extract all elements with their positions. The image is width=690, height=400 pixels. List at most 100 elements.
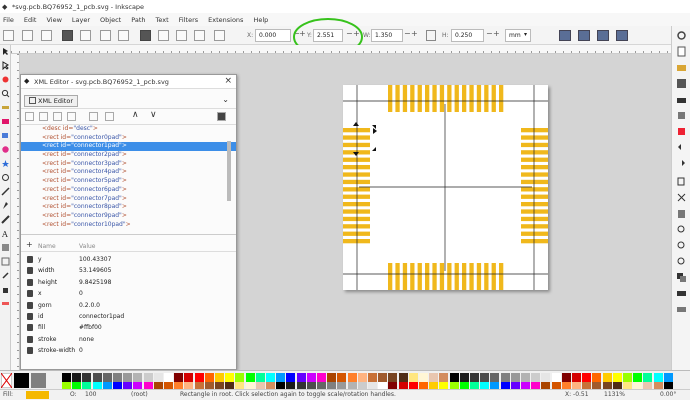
trash-icon[interactable] [27,335,33,343]
attribute-row[interactable]: width 53.149605 [21,266,236,276]
bottom-pad[interactable] [476,263,482,290]
raise-to-top-icon[interactable] [140,30,151,41]
right-pad[interactable] [521,128,548,133]
palette-swatch[interactable] [204,373,214,382]
palette-swatch[interactable] [419,373,428,382]
lower-node-icon[interactable]: ∨ [150,110,157,120]
menu-extensions[interactable]: Extensions [208,16,243,24]
xml-node[interactable]: <rect id="connector3pad"> [21,160,236,169]
attribute-value[interactable]: 100.43307 [79,256,111,263]
palette-swatch[interactable] [663,373,673,382]
top-pad[interactable] [499,85,504,112]
left-pad[interactable] [343,194,370,199]
layer-select[interactable]: (root) [131,391,148,398]
palette-swatch[interactable] [510,373,520,382]
xml-node[interactable]: <rect id="connector6pad"> [21,186,236,195]
right-pad[interactable] [521,150,548,155]
xml-editor-titlebar[interactable]: ◆ XML Editor - svg.pcb.BQ76952_1_pcb.svg… [21,75,236,89]
move-gradients-icon[interactable] [597,30,609,41]
left-pad[interactable] [343,239,370,244]
palette-swatch[interactable] [215,373,224,382]
zoom-tool-icon[interactable] [1,89,10,98]
opacity-field[interactable]: 100 [85,391,96,398]
palette-swatch[interactable] [255,373,265,382]
gradient-tool-icon[interactable] [1,243,10,252]
right-pad[interactable] [521,172,548,177]
export-icon[interactable] [676,126,687,137]
palette-swatch[interactable] [306,373,316,382]
redo-icon[interactable] [676,158,687,169]
clone-icon[interactable] [676,288,687,299]
attribute-value[interactable]: none [79,336,94,343]
palette-swatch[interactable] [225,373,235,382]
selector-tool-icon[interactable] [1,47,10,56]
deselect-icon[interactable] [41,30,52,41]
zoom-field[interactable]: 1131% [604,391,625,398]
unindent-node-icon[interactable] [89,112,98,121]
menu-layer[interactable]: Layer [72,16,90,24]
trash-icon[interactable] [27,301,33,309]
palette-swatch[interactable] [378,373,388,382]
palette-swatch[interactable] [184,373,194,382]
xml-node[interactable]: <rect id="connector9pad"> [21,212,236,221]
attribute-value[interactable]: 53.149605 [79,267,111,274]
menu-object[interactable]: Object [100,16,121,24]
palette-swatch[interactable] [194,373,204,382]
palette-swatch[interactable] [612,373,622,382]
right-pad[interactable] [521,142,548,148]
right-pad[interactable] [521,165,548,170]
group-icon[interactable] [214,30,225,41]
pencil-tool-icon[interactable] [1,187,10,196]
right-pad[interactable] [521,179,548,185]
h-decrement-button[interactable]: − [486,29,493,38]
left-pad[interactable] [343,172,370,177]
rectangle-tool-icon[interactable] [1,117,10,126]
new-text-node-icon[interactable] [39,112,48,121]
top-pad[interactable] [447,85,452,112]
xml-node[interactable]: <rect id="connector5pad"> [21,177,236,186]
palette-swatch[interactable] [14,373,29,388]
tab-xml-editor[interactable]: XML Editor [24,95,78,107]
right-pad[interactable] [521,194,548,199]
attribute-value[interactable]: 0.2.0.0 [79,302,100,309]
h-field[interactable]: 0.250 [451,29,484,42]
duplicate-icon[interactable] [676,272,687,283]
bottom-pad[interactable] [425,263,430,290]
xml-node-tree[interactable]: <desc id="desc"> <rect id="connector0pad"… [21,125,236,235]
lower-to-bottom-icon[interactable] [194,30,205,41]
left-pad[interactable] [343,202,370,207]
xml-node[interactable]: <rect id="connector10pad"> [21,221,236,230]
left-pad[interactable] [343,165,370,170]
left-pad[interactable] [343,224,370,229]
right-pad[interactable] [521,187,548,192]
menu-file[interactable]: File [3,16,14,24]
fill-indicator[interactable] [26,391,49,399]
palette-swatch[interactable] [470,373,479,382]
lock-ratio-icon[interactable] [426,30,436,41]
palette-swatch[interactable] [592,373,602,382]
palette-swatch[interactable] [439,373,449,382]
scale-stroke-icon[interactable] [559,30,571,41]
duplicate-node-icon[interactable] [53,112,62,121]
document-page[interactable] [336,85,548,290]
bottom-pad[interactable] [447,263,452,290]
palette-swatch[interactable] [643,373,653,382]
palette-swatch[interactable] [174,373,184,382]
left-pad[interactable] [343,216,370,222]
attribute-row[interactable]: x0 [21,289,236,299]
vertical-ruler[interactable] [11,54,20,374]
undo-icon[interactable] [676,142,687,153]
raise-icon[interactable] [158,30,169,41]
top-pad[interactable] [402,85,408,112]
right-pad[interactable] [521,216,548,222]
star-tool-icon[interactable] [1,159,10,168]
bottom-pad[interactable] [402,263,408,290]
left-pad[interactable] [343,157,370,162]
palette-swatch[interactable] [72,373,82,382]
zoom-drawing-icon[interactable] [676,240,687,251]
palette-swatch[interactable] [347,373,357,382]
top-pad[interactable] [432,85,437,112]
palette-swatch[interactable] [490,373,500,382]
flip-horizontal-icon[interactable] [100,30,111,41]
palette-swatch[interactable] [500,373,510,382]
